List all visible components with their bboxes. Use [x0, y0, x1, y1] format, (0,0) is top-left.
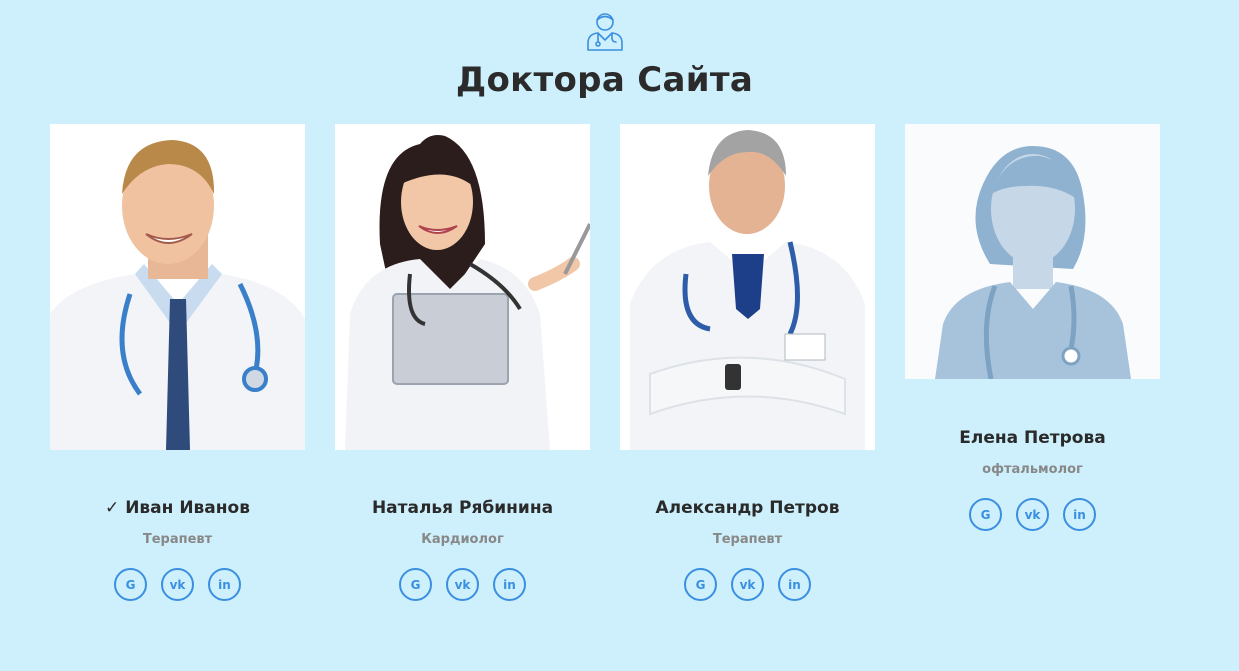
google-icon[interactable]: G: [969, 498, 1002, 531]
vk-icon[interactable]: vk: [161, 568, 194, 601]
doctor-card: Александр Петров Терапевт G vk in: [620, 124, 875, 614]
doctor-name: Наталья Рябинина: [371, 498, 554, 518]
doctor-specialty: Кардиолог: [421, 532, 504, 547]
linkedin-icon[interactable]: in: [1063, 498, 1096, 531]
google-icon[interactable]: G: [399, 568, 432, 601]
social-links: G vk in: [620, 568, 875, 601]
doctor-icon: [587, 13, 623, 51]
social-links: G vk in: [335, 568, 590, 601]
linkedin-icon[interactable]: in: [208, 568, 241, 601]
google-icon[interactable]: G: [684, 568, 717, 601]
social-links: G vk in: [905, 498, 1160, 531]
doctor-photo: [620, 124, 875, 450]
google-icon[interactable]: G: [114, 568, 147, 601]
doctor-specialty: офтальмолог: [982, 462, 1083, 477]
doctor-name: Александр Петров: [655, 498, 840, 518]
doctor-card: ✓ Иван Иванов Терапевт G vk in: [50, 124, 305, 614]
doctor-specialty: Терапевт: [712, 532, 783, 547]
doctor-avatar: [905, 124, 1160, 379]
doctor-specialty: Терапевт: [142, 532, 213, 547]
vk-icon[interactable]: vk: [1016, 498, 1049, 531]
linkedin-icon[interactable]: in: [778, 568, 811, 601]
social-links: G vk in: [50, 568, 305, 601]
doctor-name: ✓ Иван Иванов: [105, 498, 250, 518]
linkedin-icon[interactable]: in: [493, 568, 526, 601]
doctor-card: Наталья Рябинина Кардиолог G vk in: [335, 124, 590, 614]
doctor-photo: [50, 124, 305, 450]
vk-icon[interactable]: vk: [446, 568, 479, 601]
vk-icon[interactable]: vk: [731, 568, 764, 601]
doctor-name: Елена Петрова: [959, 428, 1106, 448]
doctor-card: Елена Петрова офтальмолог G vk in: [905, 124, 1160, 544]
page-title: Доктора Сайта: [455, 60, 754, 100]
doctor-photo: [335, 124, 590, 450]
doctors-section: Доктора Сайта ✓ Иван Иванов Терапевт G v…: [0, 0, 1239, 671]
